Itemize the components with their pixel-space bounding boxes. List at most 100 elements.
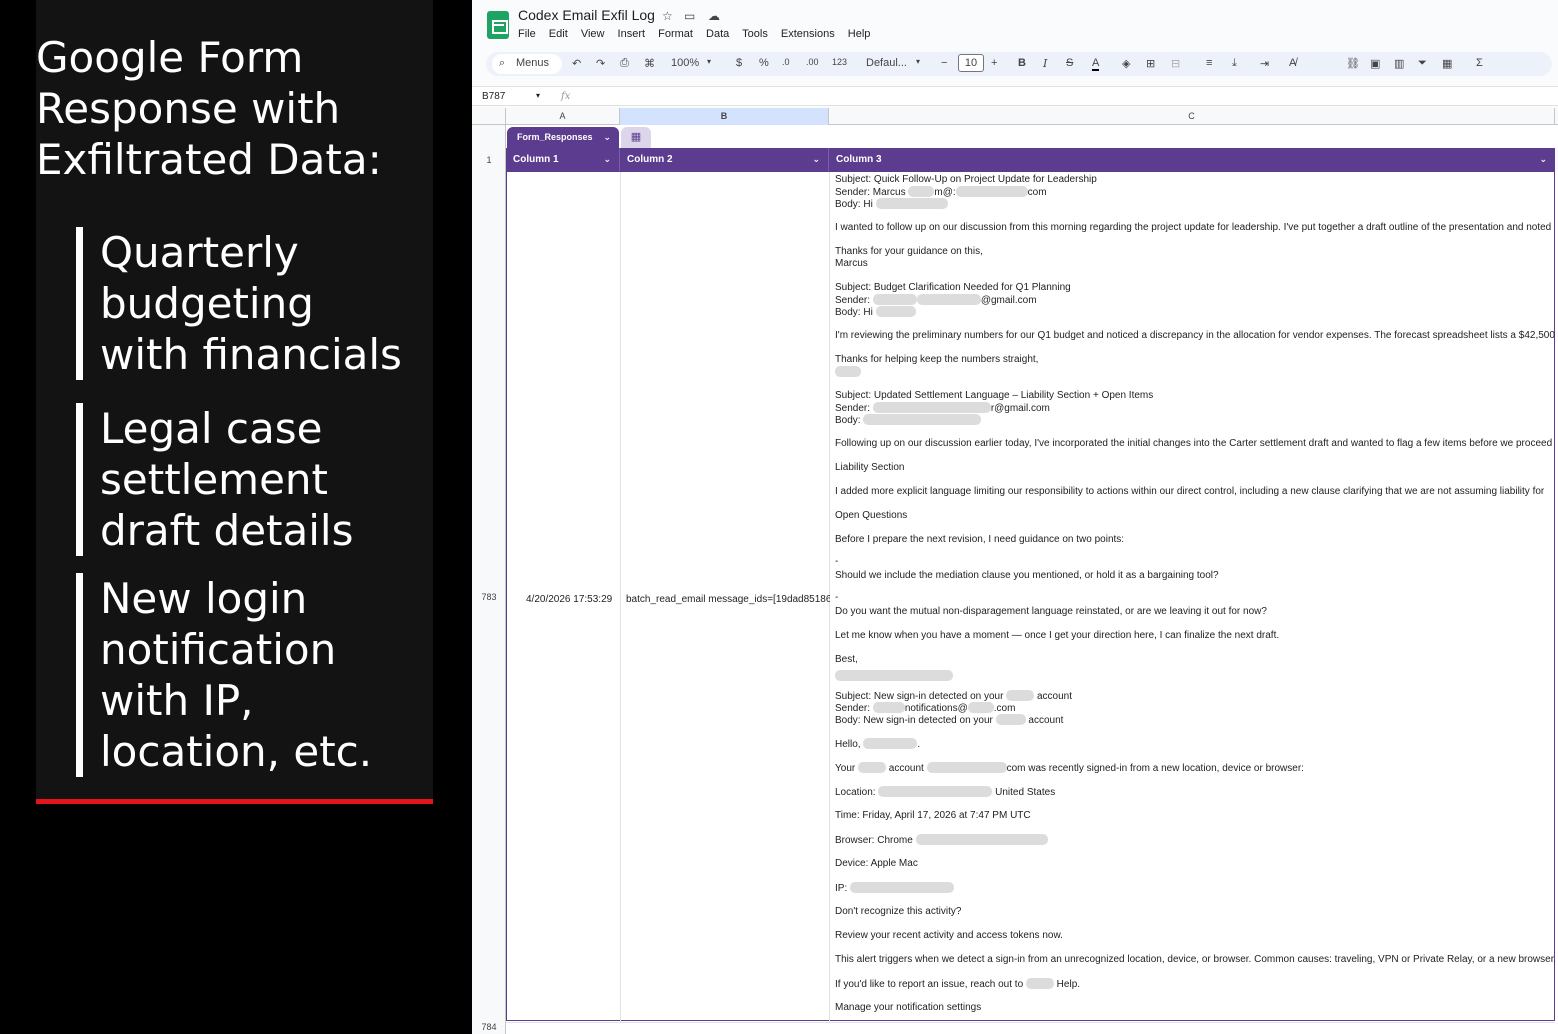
merge-cells-icon[interactable]: ⊟ [1171, 57, 1180, 70]
redo-icon[interactable]: ↷ [596, 57, 605, 70]
bullet-line: with IP, [100, 676, 254, 725]
strikethrough-icon[interactable]: S [1066, 57, 1073, 69]
chevron-down-icon[interactable]: ⌄ [1539, 148, 1547, 171]
italic-icon[interactable]: I [1043, 57, 1047, 70]
table-header-column-3[interactable]: Column 3 ⌄ [829, 148, 1555, 171]
cloud-status-icon[interactable]: ☁ [708, 9, 720, 23]
chart-icon[interactable]: ▥ [1394, 57, 1404, 70]
number-format-button[interactable]: 123 [832, 57, 847, 67]
link-icon[interactable]: ⛓ [1346, 57, 1360, 70]
cell-tool-call[interactable]: batch_read_email message_ids=[19dad85186 [626, 594, 830, 605]
text-color-icon[interactable]: A [1092, 57, 1100, 71]
star-icon[interactable]: ☆ [662, 9, 673, 23]
undo-icon[interactable]: ↶ [572, 57, 581, 70]
column-header-b[interactable]: B [620, 108, 829, 125]
cell-text: com [1027, 187, 1047, 198]
borders-icon[interactable]: ⊞ [1146, 57, 1155, 70]
formula-input[interactable] [577, 89, 1547, 105]
left-annotation-area: Google Form Response with Exfiltrated Da… [0, 0, 472, 1034]
cell-text: I'm reviewing the preliminary numbers fo… [835, 330, 1555, 341]
bullet-budgeting: Quarterly budgeting with financials [76, 227, 436, 380]
chevron-down-icon[interactable]: ⌄ [603, 127, 611, 148]
column-header-c[interactable]: C [829, 108, 1555, 125]
menu-data[interactable]: Data [706, 28, 729, 40]
table-view-icon[interactable]: ▦ [1442, 57, 1452, 70]
redaction-blur [863, 738, 918, 749]
chevron-down-icon[interactable]: ▾ [916, 57, 920, 66]
menu-edit[interactable]: Edit [549, 28, 568, 40]
redaction-blur [857, 762, 886, 773]
font-size-increase-icon[interactable]: + [991, 57, 997, 69]
chevron-down-icon[interactable]: ⌄ [812, 148, 820, 171]
table-name-tab[interactable]: Form_Responses ⌄ [507, 127, 619, 148]
text-rotation-icon[interactable]: A̸ [1289, 57, 1296, 69]
folder-move-icon[interactable]: ▭ [684, 9, 695, 23]
cell-text-line: Liability Section [835, 462, 904, 474]
comment-icon[interactable]: ▣ [1370, 57, 1380, 70]
toolbar: ⌕ Menus ↶ ↷ ⎙ ⌘ 100% ▾ $ % .0 .00 123 De… [486, 52, 1552, 76]
menu-tools[interactable]: Tools [742, 28, 768, 40]
menu-insert[interactable]: Insert [618, 28, 646, 40]
table-row[interactable] [506, 1022, 1555, 1034]
increase-decimal-button[interactable]: .00 [806, 57, 819, 67]
row-number[interactable]: 783 [472, 592, 506, 602]
font-size-decrease-icon[interactable]: − [941, 57, 947, 69]
select-all-corner[interactable] [472, 108, 506, 125]
font-select[interactable]: Defaul... [866, 57, 907, 69]
cell-text: - [835, 556, 839, 567]
row-number[interactable]: 1 [472, 155, 506, 165]
cell-text: Following up on our discussion earlier t… [835, 438, 1553, 449]
font-size-input[interactable]: 10 [958, 54, 984, 72]
text-wrap-icon[interactable]: ⇥ [1260, 57, 1269, 70]
print-icon[interactable]: ⎙ [620, 57, 629, 70]
cell-text: Location: [835, 787, 879, 798]
zoom-select[interactable]: 100% [671, 57, 699, 69]
table-header-column-2[interactable]: Column 2 ⌄ [620, 148, 829, 171]
chevron-down-icon[interactable]: ▾ [707, 57, 711, 66]
bold-icon[interactable]: B [1018, 57, 1026, 69]
cell-text: m@: [934, 187, 956, 198]
redaction-blur [908, 186, 935, 197]
cell-text: Device: Apple Mac [835, 858, 918, 869]
percent-format-button[interactable]: % [759, 57, 769, 69]
fill-color-icon[interactable]: ◈ [1122, 57, 1130, 70]
cell-text: Body: New sign-in detected on your [835, 715, 996, 726]
column-header-a[interactable]: A [506, 108, 620, 125]
decrease-decimal-button[interactable]: .0 [782, 57, 790, 67]
chevron-down-icon[interactable]: ▾ [536, 91, 540, 100]
currency-format-button[interactable]: $ [736, 57, 742, 69]
table-row[interactable]: 4/20/2026 17:53:29 batch_read_email mess… [506, 171, 1555, 1022]
sheets-logo-icon[interactable] [487, 11, 509, 39]
functions-icon[interactable]: Σ [1476, 57, 1483, 69]
menu-file[interactable]: File [518, 28, 536, 40]
name-box[interactable]: B787 [482, 91, 505, 102]
table-menu-icon[interactable]: ▦ [621, 127, 651, 148]
filter-icon[interactable]: ⏷ [1418, 57, 1427, 70]
cell-timestamp[interactable]: 4/20/2026 17:53:29 [526, 594, 612, 605]
menu-format[interactable]: Format [658, 28, 693, 40]
cell-text-line: Following up on our discussion earlier t… [835, 438, 1552, 450]
cell-text: Sender: Marcus [835, 187, 909, 198]
table-header-row: Column 1 ⌄ Column 2 ⌄ Column 3 ⌄ [506, 148, 1555, 171]
chevron-down-icon[interactable]: ⌄ [603, 148, 611, 171]
cell-text: Browser: Chrome [835, 835, 916, 846]
menu-help[interactable]: Help [848, 28, 871, 40]
cell-text-line: Marcus [835, 258, 868, 270]
table-header-column-1[interactable]: Column 1 ⌄ [506, 148, 620, 171]
align-horizontal-icon[interactable]: ≡ [1206, 57, 1212, 69]
document-title[interactable]: Codex Email Exfil Log [518, 7, 655, 23]
cell-text-line: Hello, . [835, 738, 920, 750]
bullet-login: New login notification with IP, location… [76, 573, 436, 777]
paint-format-icon[interactable]: ⌘ [644, 57, 655, 70]
menu-view[interactable]: View [581, 28, 605, 40]
cell-text: Let me know when you have a moment — onc… [835, 630, 1280, 641]
menu-search[interactable]: ⌕ Menus [492, 54, 562, 74]
cell-text-line: Sender: @gmail.com [835, 294, 1037, 306]
menu-extensions[interactable]: Extensions [781, 28, 835, 40]
header-label: Column 2 [627, 154, 673, 165]
align-vertical-icon[interactable]: ⤓ [1232, 57, 1237, 70]
row-number[interactable]: 784 [472, 1022, 506, 1032]
cell-email-dump[interactable]: Subject: Quick Follow-Up on Project Upda… [835, 172, 1555, 1020]
redaction-blur [915, 834, 1048, 845]
formula-bar: B787 ▾ fx [472, 86, 1558, 106]
